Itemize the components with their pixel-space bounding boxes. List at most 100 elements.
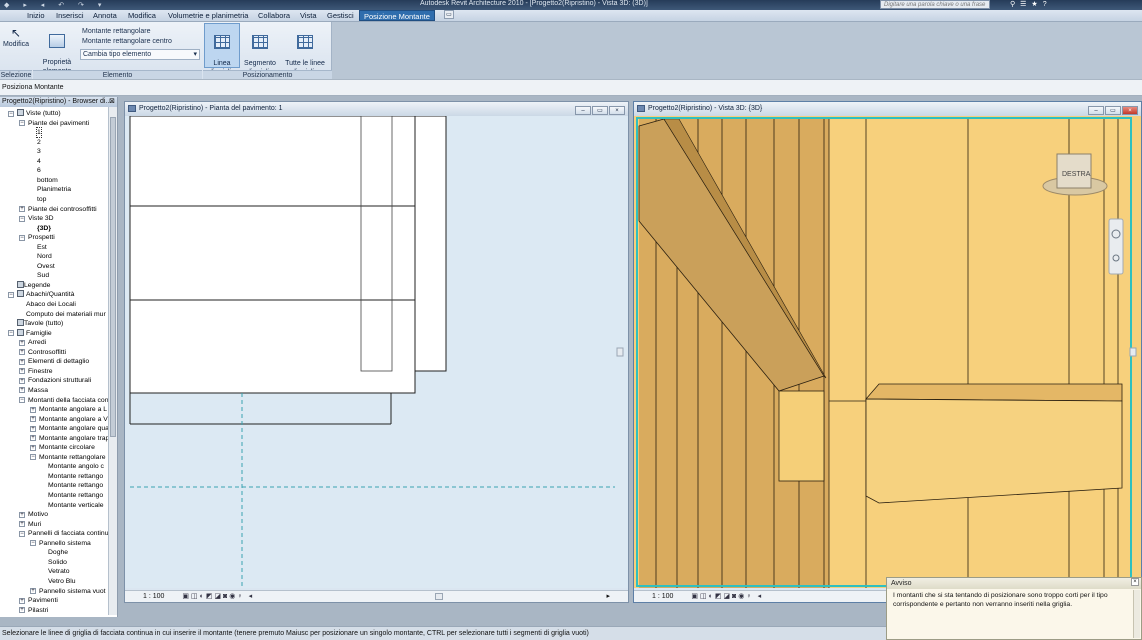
browser-tree-item[interactable]: bottom [37, 176, 58, 185]
tab-inserisci[interactable]: Inserisci [56, 11, 84, 20]
collapse-toggle-icon[interactable]: − [8, 330, 14, 337]
browser-tree-item[interactable]: Pavimenti [28, 596, 58, 605]
browser-tree-item[interactable]: Arredi [28, 338, 46, 347]
tab-modifica[interactable]: Modifica [128, 11, 156, 20]
tab-collabora[interactable]: Collabora [258, 11, 290, 20]
expand-toggle-icon[interactable]: + [19, 597, 25, 604]
collapse-toggle-icon[interactable]: − [30, 540, 36, 547]
browser-scrollbar[interactable] [108, 107, 117, 615]
expand-toggle-icon[interactable]: + [19, 607, 25, 614]
expand-toggle-icon[interactable]: + [30, 588, 36, 594]
browser-tree-item[interactable]: Planimetria [37, 185, 71, 194]
collapse-toggle-icon[interactable]: − [19, 530, 25, 537]
browser-tree-item[interactable]: Montante verticale [48, 501, 104, 510]
browser-tree-item[interactable]: Viste 3D [28, 214, 54, 223]
type-item-1[interactable]: Montante rettangolare centro [82, 38, 172, 45]
browser-tree-item[interactable]: Est [37, 243, 47, 252]
expand-toggle-icon[interactable]: + [19, 349, 25, 356]
browser-tree-item[interactable]: Montante rettango [48, 472, 103, 481]
browser-tree-item[interactable]: Doghe [48, 548, 68, 557]
close-icon[interactable]: ⊠ [109, 97, 115, 107]
browser-tree-item[interactable]: 1 [36, 127, 42, 139]
star-icon[interactable]: ★ [1031, 1, 1042, 8]
restore-button[interactable]: ▭ [592, 106, 608, 115]
expand-toggle-icon[interactable]: + [30, 435, 36, 442]
browser-tree-item[interactable]: Finestre [28, 367, 53, 376]
tab-inizio[interactable]: Inizio [27, 11, 45, 20]
browser-tree-item[interactable]: Abachi/Quantità [26, 290, 74, 299]
browser-tree-item[interactable]: Viste (tutto) [26, 109, 61, 118]
minimize-ribbon-button[interactable]: ▭ [444, 10, 454, 19]
3d-scale[interactable]: 1 : 100 [652, 593, 673, 600]
collapse-toggle-icon[interactable]: − [19, 120, 25, 127]
plan-hscroll-thumb[interactable] [435, 593, 443, 600]
expand-toggle-icon[interactable]: + [19, 368, 25, 375]
browser-tree-item[interactable]: Abaco dei Locali [26, 300, 76, 309]
tab-posiziona-montante[interactable]: Posizione Montante [359, 10, 435, 21]
close-button[interactable]: × [609, 106, 625, 115]
browser-tree-item[interactable]: Computo dei materiali mur [26, 310, 106, 319]
expand-toggle-icon[interactable]: + [19, 206, 25, 212]
search-input[interactable]: Digitare una parola chiave o una frase [880, 0, 990, 9]
browser-tree-item[interactable]: {3D} [37, 224, 51, 233]
browser-tree-item[interactable]: 4 [37, 157, 41, 166]
browser-tree-item[interactable]: Montante angolare a V [39, 415, 108, 424]
expand-toggle-icon[interactable]: + [19, 387, 25, 394]
expand-toggle-icon[interactable]: + [19, 521, 25, 528]
browser-tree-item[interactable]: Tavole (tutto) [24, 319, 63, 328]
warning-scrollbar[interactable] [1133, 590, 1140, 638]
3d-view-window[interactable]: Progetto2(Ripristino) - Vista 3D: {3D} –… [633, 101, 1142, 603]
browser-tree-item[interactable]: Vetro Blu [48, 577, 76, 586]
browser-tree-item[interactable]: Montante angolare trap [39, 434, 109, 443]
browser-tree-item[interactable]: Piante dei controsoffitti [28, 205, 97, 214]
minimize-button[interactable]: – [1088, 106, 1104, 115]
3d-canvas[interactable]: DESTRA [634, 116, 1141, 588]
browser-tree-item[interactable]: Piante dei pavimenti [28, 119, 89, 128]
browser-tree-item[interactable]: Montante rettango [48, 491, 103, 500]
all-grid-lines-button[interactable]: Tutte le linee di griglia [281, 23, 329, 77]
type-item-0[interactable]: Montante rettangolare [82, 28, 151, 35]
tab-vista[interactable]: Vista [300, 11, 317, 20]
help-icon[interactable]: ? [1043, 1, 1052, 8]
browser-tree-item[interactable]: Pannello sistema [39, 539, 91, 548]
navigation-bar[interactable] [1108, 218, 1124, 275]
modify-button[interactable]: ↖ Modifica [0, 26, 32, 49]
browser-tree-item[interactable]: Montanti della facciata con [28, 396, 108, 405]
collapse-toggle-icon[interactable]: − [19, 215, 25, 222]
browser-tree-item[interactable]: Pilastri [28, 606, 48, 615]
browser-tree-item[interactable]: 2 [37, 138, 41, 147]
browser-tree-item[interactable]: Montante circolare [39, 443, 95, 452]
expand-toggle-icon[interactable]: + [19, 358, 25, 365]
expand-toggle-icon[interactable]: + [19, 377, 25, 384]
minimize-button[interactable]: – [575, 106, 591, 115]
quick-access-toolbar[interactable]: ◆ ▸ ◂ ↶ ↷ ▾ [4, 1, 107, 9]
browser-tree-item[interactable]: Legende [24, 281, 50, 290]
view-control-icons[interactable]: ▣◫◐◩◪◙◉♀ ◂ [691, 593, 763, 600]
browser-tree-item[interactable]: Sud [37, 271, 49, 280]
browser-tree-item[interactable]: Motivo [28, 510, 48, 519]
collapse-toggle-icon[interactable]: − [8, 291, 14, 298]
tab-gestisci[interactable]: Gestisci [327, 11, 354, 20]
subscription-icon[interactable]: ☰ [1020, 1, 1031, 8]
plan-canvas[interactable] [125, 116, 628, 588]
browser-tree-item[interactable]: Elementi di dettaglio [28, 357, 89, 366]
expand-toggle-icon[interactable]: + [30, 416, 36, 423]
browser-tree-item[interactable]: Nord [37, 252, 52, 261]
expand-toggle-icon[interactable]: + [30, 406, 36, 413]
browser-tree-item[interactable]: Montante rettango [48, 481, 103, 490]
plan-scale[interactable]: 1 : 100 [143, 593, 164, 600]
browser-tree-item[interactable]: Montante rettangolare [39, 453, 106, 462]
browser-tree-item[interactable]: top [37, 195, 46, 204]
binoculars-icon[interactable]: ⚲ [1010, 1, 1020, 8]
close-button[interactable]: × [1122, 106, 1138, 115]
browser-tree-item[interactable]: Montante angolare qua [39, 424, 109, 433]
browser-tree-item[interactable]: Solido [48, 558, 67, 567]
expand-toggle-icon[interactable]: + [30, 444, 36, 451]
expand-toggle-icon[interactable]: + [30, 425, 36, 432]
element-properties-button[interactable]: Proprietà elemento [38, 25, 76, 76]
expand-toggle-icon[interactable]: + [19, 511, 25, 518]
tab-annota[interactable]: Annota [93, 11, 117, 20]
browser-tree-item[interactable]: Montante angolo c [48, 462, 104, 471]
warning-dialog[interactable]: Avviso × I montanti che si sta tentando … [886, 577, 1142, 640]
browser-tree-item[interactable]: Pannelli di facciata continu [28, 529, 108, 538]
